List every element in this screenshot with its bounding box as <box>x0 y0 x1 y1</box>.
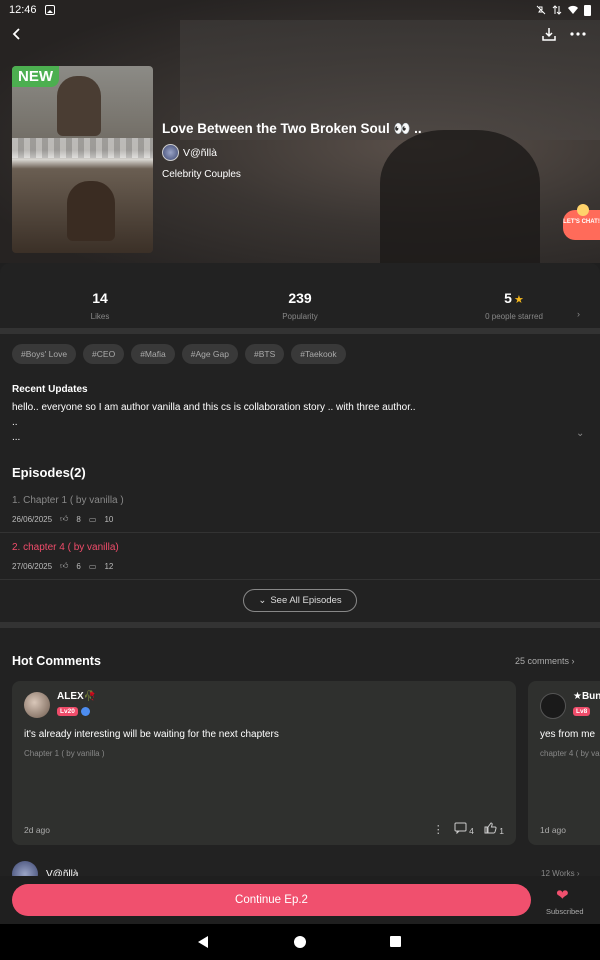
episode-date: 27/06/2025 <box>12 561 53 571</box>
cover-figure-bottom <box>67 181 115 241</box>
more-icon <box>570 32 586 36</box>
verified-icon <box>81 707 90 716</box>
level-badge: Lv8 <box>573 707 591 716</box>
mute-icon <box>536 5 546 15</box>
thumbs-up-icon <box>484 822 497 834</box>
episode-likes: 6 <box>76 561 81 571</box>
comments-count-link[interactable]: 25 comments › <box>515 656 575 666</box>
stats-panel: 14 Likes 239 Popularity 5 ★ 0 people star… <box>0 263 600 328</box>
popularity-count: 239 <box>288 290 312 306</box>
see-all-label: See All Episodes <box>270 595 342 606</box>
stat-likes: 14 Likes <box>40 290 160 321</box>
back-button[interactable] <box>5 22 29 46</box>
tag-list: #Boys' Love #CEO #Mafia #Age Gap #BTS #T… <box>12 344 346 364</box>
continue-label: Continue Ep.2 <box>235 894 308 906</box>
avatar[interactable] <box>24 692 50 718</box>
episode-item[interactable]: 1. Chapter 1 ( by vanilla ) 26/06/2025 👍… <box>12 495 588 524</box>
stat-rating[interactable]: 5 ★ 0 people starred <box>454 290 574 321</box>
like-button[interactable]: 1 <box>484 822 504 836</box>
more-button[interactable] <box>566 22 590 46</box>
lets-chat-button[interactable]: LET'S CHAT! <box>563 204 600 240</box>
story-genre[interactable]: Celebrity Couples <box>162 169 241 180</box>
tag-chip[interactable]: #CEO <box>83 344 125 364</box>
episode-item-current[interactable]: 2. chapter 4 ( by vanilla) 27/06/2025 👍︎… <box>12 542 588 571</box>
cover-decoration <box>12 138 153 158</box>
heart-icon[interactable]: ❤ <box>556 886 569 904</box>
episode-comments: 10 <box>104 514 114 524</box>
comment-chapter: chapter 4 ( by va <box>540 749 600 758</box>
tag-chip[interactable]: #Taekook <box>291 344 346 364</box>
wifi-icon <box>568 5 578 15</box>
episode-date: 26/06/2025 <box>12 514 53 524</box>
popularity-label: Popularity <box>282 312 318 321</box>
new-badge: NEW <box>12 66 59 87</box>
comment-time: 1d ago <box>540 825 566 835</box>
comment-card[interactable]: ★Bun Lv8 yes from me chapter 4 ( by va 1… <box>528 681 600 845</box>
tag-chip[interactable]: #BTS <box>245 344 285 364</box>
image-icon <box>44 5 55 15</box>
comment-icon: ▭ <box>88 561 97 571</box>
rating-value: 5 <box>504 290 512 306</box>
recent-updates-text: hello.. everyone so I am author vanilla … <box>12 402 416 443</box>
like-icon: 👍︎ <box>60 514 69 523</box>
star-icon: ★ <box>513 294 524 306</box>
author-avatar <box>162 144 179 161</box>
avatar[interactable] <box>540 693 566 719</box>
rating-label: 0 people starred <box>485 312 543 321</box>
story-cover[interactable] <box>12 66 153 253</box>
commenter-name: ALEX🥀 <box>57 691 97 702</box>
comment-more-icon[interactable]: ⋮ <box>433 823 444 836</box>
hot-comments-title: Hot Comments <box>12 654 101 668</box>
recent-updates-title: Recent Updates <box>12 384 88 395</box>
tag-chip[interactable]: #Age Gap <box>181 344 238 364</box>
comments-count: 25 comments <box>515 656 570 666</box>
episode-comments: 12 <box>104 561 114 571</box>
comment-card[interactable]: ALEX🥀 Lv20 it's already interesting will… <box>12 681 516 845</box>
like-count: 1 <box>499 826 504 836</box>
download-icon <box>542 28 556 41</box>
episode-divider <box>0 579 600 580</box>
chevron-down-icon: ⌄ <box>258 595 267 606</box>
nav-home-icon[interactable] <box>294 936 306 948</box>
back-arrow-icon <box>12 28 20 40</box>
like-icon: 👍︎ <box>60 561 69 570</box>
tag-chip[interactable]: #Boys' Love <box>12 344 77 364</box>
data-icon <box>552 5 562 15</box>
author-link[interactable]: V@ñllà <box>162 144 217 161</box>
reply-count: 4 <box>469 826 474 836</box>
likes-label: Likes <box>90 312 110 321</box>
story-title: Love Between the Two Broken Soul 👀 .. <box>162 121 422 136</box>
nav-recents-icon[interactable] <box>390 936 401 947</box>
see-all-episodes-button[interactable]: ⌄ See All Episodes <box>243 589 357 612</box>
comment-chapter: Chapter 1 ( by vanilla ) <box>24 749 105 758</box>
download-button[interactable] <box>537 22 561 46</box>
expand-chevron-icon[interactable]: ⌄ <box>576 428 584 439</box>
status-time: 12:46 <box>9 4 37 16</box>
status-bar: 12:46 <box>0 0 600 20</box>
episodes-header: Episodes(2) <box>12 465 86 480</box>
comment-text: it's already interesting will be waiting… <box>24 729 279 740</box>
reply-icon <box>454 822 467 835</box>
subscribed-label[interactable]: Subscribed <box>546 907 584 916</box>
cover-figure-top <box>57 76 101 136</box>
comment-icon: ▭ <box>88 514 97 524</box>
episode-title: 1. Chapter 1 ( by vanilla ) <box>12 495 124 506</box>
battery-icon <box>584 4 591 16</box>
likes-count: 14 <box>92 290 108 306</box>
tag-chip[interactable]: #Mafia <box>131 344 175 364</box>
chevron-right-icon[interactable]: › <box>577 309 580 319</box>
episode-divider <box>0 532 600 533</box>
episode-title: 2. chapter 4 ( by vanilla) <box>12 542 119 553</box>
level-badge: Lv20 <box>57 707 78 716</box>
author-name: V@ñllà <box>183 146 218 159</box>
continue-button[interactable]: Continue Ep.2 <box>12 884 531 916</box>
stat-popularity: 239 Popularity <box>240 290 360 321</box>
nav-back-icon[interactable] <box>198 936 208 948</box>
comment-time: 2d ago <box>24 825 50 835</box>
reply-button[interactable]: 4 <box>454 822 474 836</box>
episode-likes: 8 <box>76 514 81 524</box>
hero-background-figure <box>380 130 540 263</box>
commenter-name: ★Bun <box>573 691 600 702</box>
comment-text: yes from me <box>540 729 596 740</box>
